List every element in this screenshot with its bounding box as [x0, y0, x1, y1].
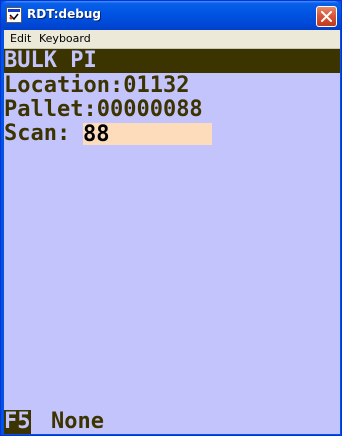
location-value: 01132	[123, 73, 190, 98]
menu-edit[interactable]: Edit	[10, 32, 31, 45]
scan-label: Scan:	[4, 121, 71, 146]
location-label: Location:	[4, 73, 124, 98]
pallet-label: Pallet:	[4, 97, 97, 122]
close-icon	[321, 11, 332, 22]
app-window-icon[interactable]	[6, 7, 22, 23]
close-button[interactable]	[316, 6, 337, 27]
screen-title: BULK PI	[4, 49, 97, 73]
function-key-badge[interactable]: F5	[4, 410, 31, 434]
scan-line: Scan:	[4, 122, 70, 146]
pallet-line: Pallet:00000088	[4, 98, 203, 122]
title-bar[interactable]: RDT:debug	[1, 1, 341, 30]
pallet-value: 00000088	[96, 97, 203, 122]
window-title: RDT:debug	[27, 7, 101, 21]
menu-bar: Edit Keyboard	[4, 30, 340, 49]
function-key-label: None	[51, 409, 104, 434]
location-line: Location:01132	[4, 74, 189, 98]
menu-keyboard[interactable]: Keyboard	[39, 32, 91, 45]
terminal-screen: BULK PI Location:01132 Pallet:00000088 S…	[4, 49, 340, 434]
screen-header-bar: BULK PI	[4, 49, 340, 73]
app-window: RDT:debug Edit Keyboard BULK PI Location…	[0, 0, 342, 436]
scan-input[interactable]: 88	[83, 123, 212, 147]
